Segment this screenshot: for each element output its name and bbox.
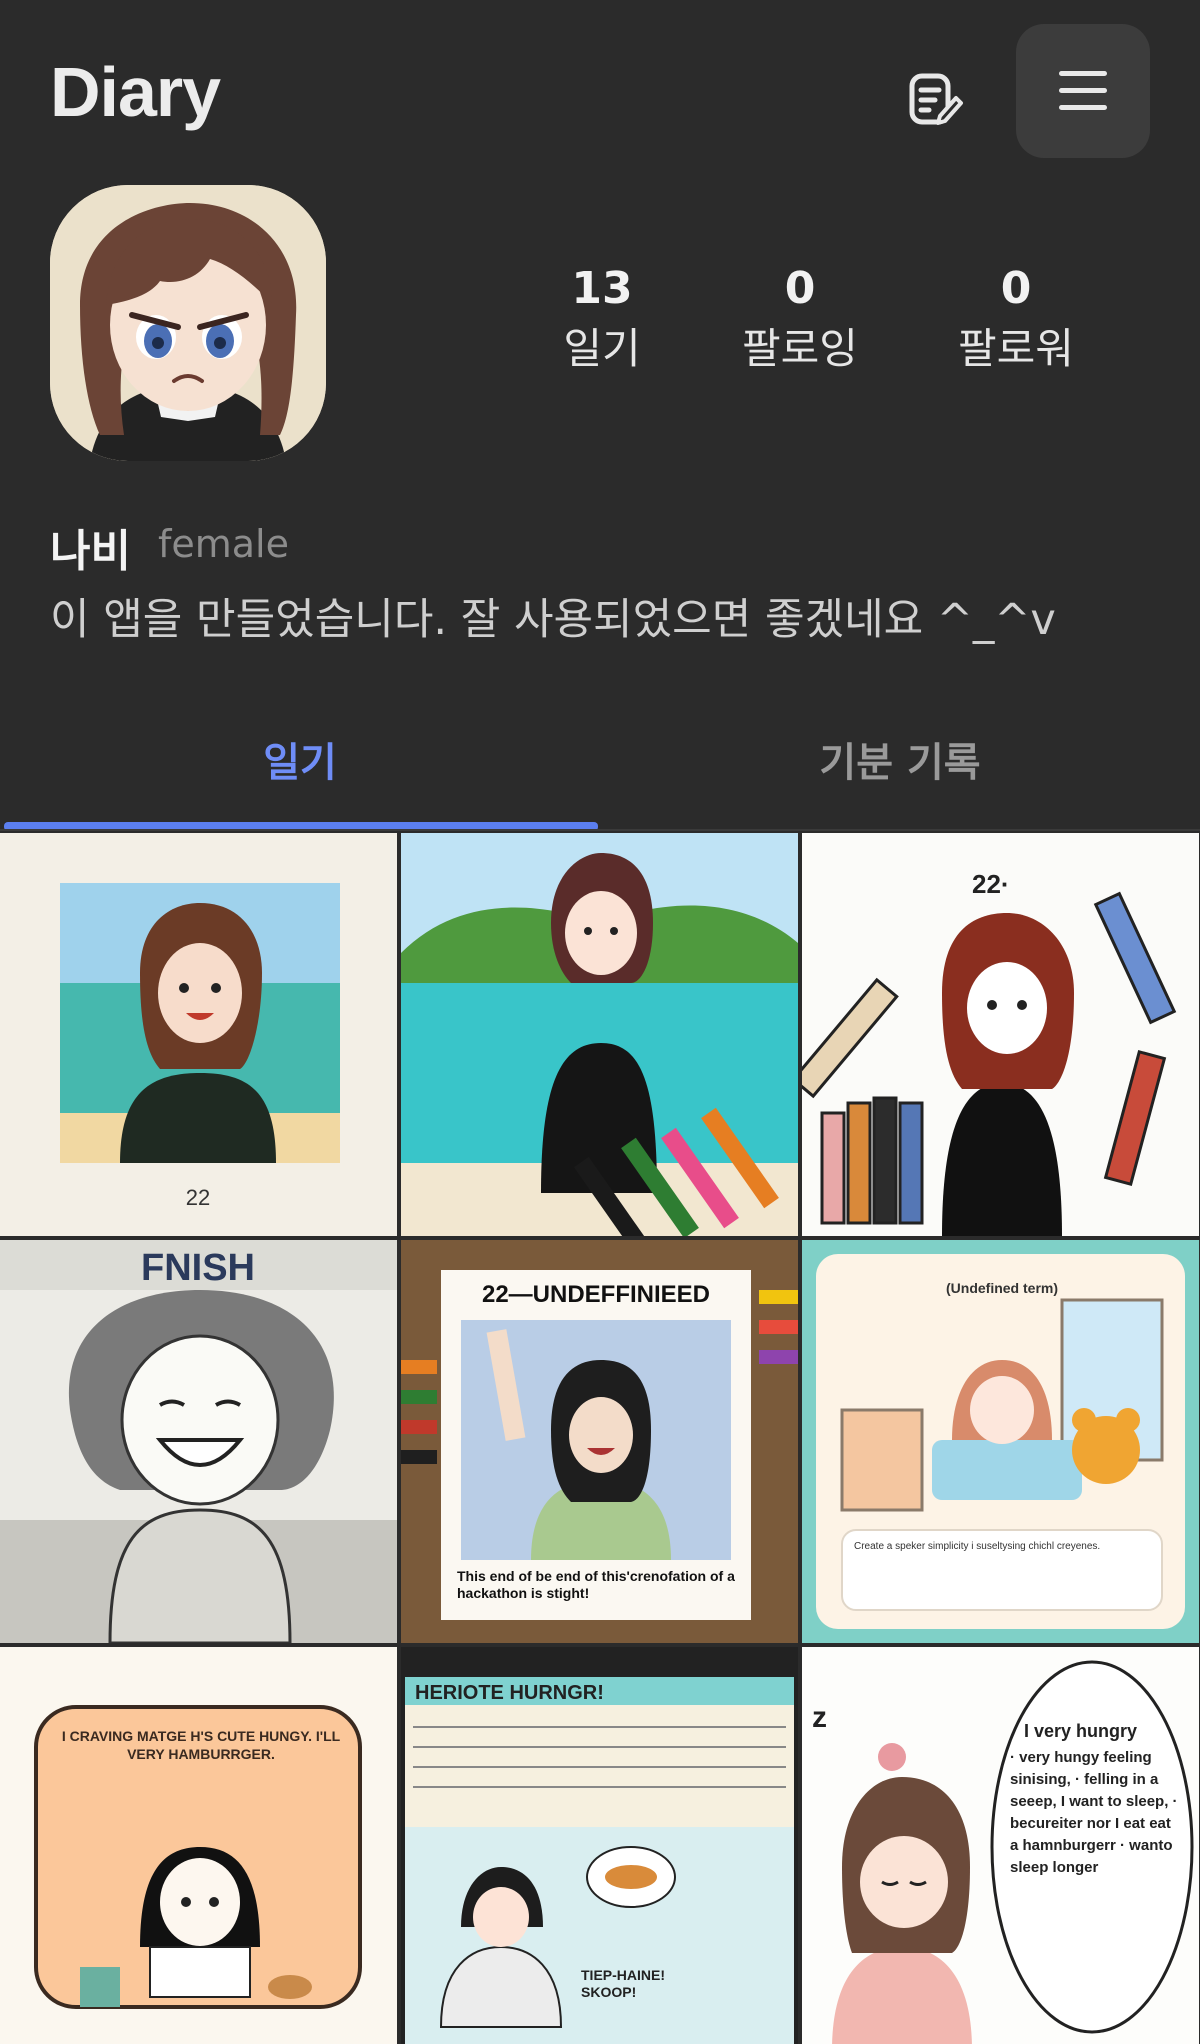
- tile-caption-2: · very hungy feeling sinising, · felling…: [1010, 1749, 1178, 1876]
- profile-avatar[interactable]: [50, 185, 326, 461]
- diary-thumbnail[interactable]: (Undefined term) Create a speker simplic…: [802, 1240, 1199, 1643]
- diary-thumbnail[interactable]: 22·: [802, 833, 1199, 1236]
- stat-diary-count[interactable]: 13 일기: [502, 262, 702, 378]
- diary-image: 22·: [802, 833, 1199, 1236]
- stat-label: 일기: [563, 324, 641, 373]
- diary-image: I very hungry · very hungy feeling sinis…: [802, 1647, 1199, 2044]
- stat-following-count[interactable]: 0 팔로잉: [700, 262, 900, 378]
- stat-value: 13: [571, 263, 633, 314]
- write-diary-button[interactable]: [892, 58, 976, 142]
- profile-gender: female: [158, 522, 289, 566]
- menu-button[interactable]: [1016, 24, 1150, 158]
- diary-image: (Undefined term) Create a speker simplic…: [802, 1240, 1199, 1643]
- tab-mood-record[interactable]: 기분 기록: [600, 730, 1200, 788]
- stat-label: 팔로워: [958, 324, 1074, 373]
- top-bar: Diary: [0, 0, 1200, 180]
- note-edit-icon: [909, 73, 963, 125]
- tab-diary[interactable]: 일기: [0, 730, 600, 788]
- stat-follower-count[interactable]: 0 팔로워: [916, 262, 1116, 378]
- app-title: Diary: [50, 53, 221, 131]
- diary-image: I CRAVING MATGE H'S CUTE HUNGY. I'LL VER…: [0, 1647, 397, 2044]
- diary-thumbnail[interactable]: FNISH: [0, 1240, 397, 1643]
- diary-thumbnail[interactable]: I very hungry · very hungy feeling sinis…: [802, 1647, 1199, 2044]
- tile-caption: I very hungry: [1024, 1721, 1137, 1741]
- diary-image: FNISH: [0, 1240, 397, 1643]
- tile-caption: 22—UNDEFFINIEED: [482, 1281, 710, 1308]
- tile-caption: (Undefined term): [946, 1280, 1058, 1296]
- hamburger-menu-icon: [1059, 71, 1107, 110]
- tile-caption: FNISH: [141, 1247, 255, 1289]
- diary-thumbnail[interactable]: [401, 833, 798, 1236]
- tile-caption-2: TIEP-HAINE! SKOOP!: [581, 1967, 665, 2000]
- diary-image: [401, 833, 798, 1236]
- svg-text:z: z: [812, 1701, 827, 1734]
- diary-grid: 22 22· FNISH 22—UNDEFFINIEED This end of…: [0, 833, 1200, 2044]
- tab-divider: [0, 829, 1200, 831]
- tile-caption: 22: [186, 1185, 210, 1210]
- diary-image: 22—UNDEFFINIEED This end of be end of th…: [401, 1240, 798, 1643]
- diary-thumbnail[interactable]: HERIOTE HURNGR! TIEP-HAINE! SKOOP!: [401, 1647, 798, 2044]
- diary-image: HERIOTE HURNGR! TIEP-HAINE! SKOOP!: [401, 1647, 798, 2044]
- diary-image: 22: [0, 833, 397, 1236]
- tile-caption: I CRAVING MATGE H'S CUTE HUNGY. I'LL VER…: [61, 1728, 341, 1762]
- avatar-image: [50, 185, 326, 461]
- tile-caption: 22·: [972, 869, 1010, 899]
- diary-thumbnail[interactable]: 22: [0, 833, 397, 1236]
- diary-thumbnail[interactable]: 22—UNDEFFINIEED This end of be end of th…: [401, 1240, 798, 1643]
- tile-caption-2: Create a speker simplicity i suseltysing…: [854, 1541, 1101, 1552]
- profile-name: 나비: [50, 526, 131, 577]
- tile-caption: HERIOTE HURNGR!: [415, 1682, 604, 1704]
- stat-value: 0: [1000, 263, 1032, 314]
- stat-value: 0: [784, 263, 816, 314]
- stat-label: 팔로잉: [742, 324, 858, 373]
- diary-thumbnail[interactable]: I CRAVING MATGE H'S CUTE HUNGY. I'LL VER…: [0, 1647, 397, 2044]
- tile-caption-2: This end of be end of this'crenofation o…: [457, 1568, 735, 1601]
- profile-bio: 이 앱을 만들었습니다. 잘 사용되었으면 좋겠네요 ^_^v: [50, 595, 1056, 645]
